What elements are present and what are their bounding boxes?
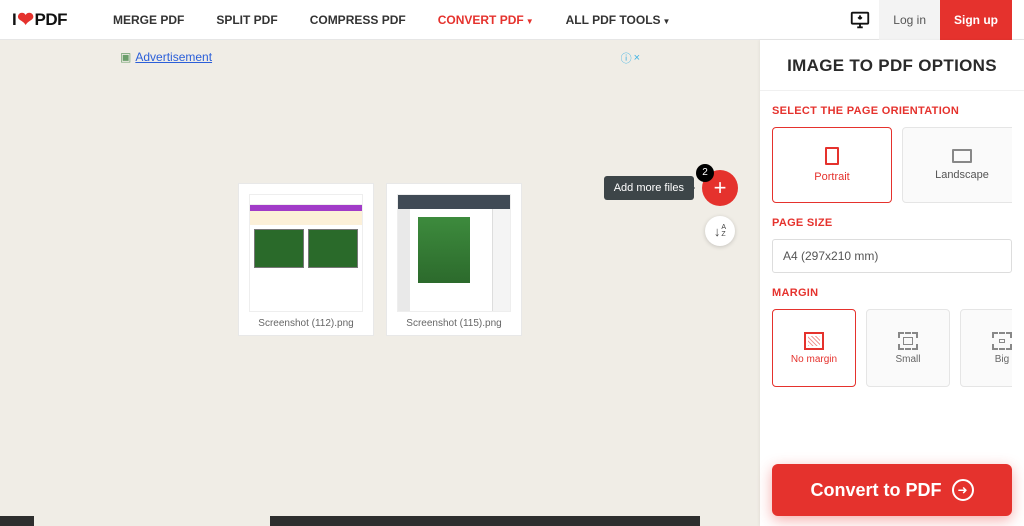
- convert-button[interactable]: Convert to PDF ➜: [772, 464, 1012, 516]
- app-header: I ❤ PDF MERGE PDF SPLIT PDF COMPRESS PDF…: [0, 0, 1024, 40]
- orientation-landscape[interactable]: Landscape: [902, 127, 1012, 203]
- heart-icon: ❤: [17, 7, 33, 32]
- landscape-icon: [952, 149, 972, 163]
- page-size-label: PAGE SIZE: [772, 217, 1012, 229]
- sort-arrow-icon: ↓: [714, 224, 721, 239]
- logo-prefix: I: [12, 10, 16, 30]
- sort-button[interactable]: ↓ AZ: [705, 216, 735, 246]
- file-name: Screenshot (115).png: [406, 312, 501, 333]
- close-icon: ×: [634, 52, 640, 64]
- nav-convert[interactable]: CONVERT PDF▼: [422, 1, 550, 39]
- plus-icon: +: [714, 177, 727, 199]
- main-nav: MERGE PDF SPLIT PDF COMPRESS PDF CONVERT…: [97, 1, 686, 39]
- margin-big[interactable]: Big: [960, 309, 1012, 387]
- sort-az-icon: AZ: [721, 224, 726, 238]
- ad-placeholder: ▣ Advertisement: [120, 50, 212, 64]
- nav-compress[interactable]: COMPRESS PDF: [294, 1, 422, 39]
- portrait-icon: [825, 147, 839, 165]
- file-thumb[interactable]: Screenshot (112).png: [238, 183, 374, 336]
- workspace: ▣ Advertisement ⓘ × Screenshot (112).png: [0, 40, 760, 526]
- margin-none-icon: [804, 332, 824, 350]
- nav-all-tools[interactable]: ALL PDF TOOLS▼: [550, 1, 687, 39]
- options-sidebar: IMAGE TO PDF OPTIONS SELECT THE PAGE ORI…: [760, 40, 1024, 526]
- thumb-preview: [397, 194, 511, 312]
- caret-down-icon: ▼: [663, 17, 671, 26]
- add-tooltip: Add more files: [604, 176, 694, 200]
- info-icon: ⓘ: [621, 50, 632, 66]
- logo-suffix: PDF: [35, 10, 68, 30]
- margin-small[interactable]: Small: [866, 309, 950, 387]
- signup-button[interactable]: Sign up: [940, 0, 1012, 40]
- arrow-right-icon: ➜: [952, 479, 974, 501]
- ad-link[interactable]: Advertisement: [135, 50, 212, 64]
- margin-label: MARGIN: [772, 287, 1012, 299]
- margin-small-icon: [898, 332, 918, 350]
- broken-image-icon: ▣: [120, 50, 131, 64]
- nav-split[interactable]: SPLIT PDF: [200, 1, 293, 39]
- orientation-portrait[interactable]: Portrait: [772, 127, 892, 203]
- nav-merge[interactable]: MERGE PDF: [97, 1, 200, 39]
- margin-none[interactable]: No margin: [772, 309, 856, 387]
- thumb-preview: [249, 194, 363, 312]
- orientation-label: SELECT THE PAGE ORIENTATION: [772, 105, 1012, 117]
- ad-info-close[interactable]: ⓘ ×: [621, 50, 640, 66]
- login-button[interactable]: Log in: [879, 0, 940, 40]
- file-name: Screenshot (112).png: [258, 312, 353, 333]
- add-files-button[interactable]: 2 +: [702, 170, 738, 206]
- floating-actions: Add more files 2 + ↓ AZ: [604, 170, 738, 246]
- caret-down-icon: ▼: [526, 17, 534, 26]
- desktop-download-icon[interactable]: [841, 0, 879, 40]
- page-size-select[interactable]: A4 (297x210 mm): [772, 239, 1012, 273]
- header-right: Log in Sign up: [841, 0, 1012, 39]
- logo[interactable]: I ❤ PDF: [12, 7, 67, 32]
- sidebar-title: IMAGE TO PDF OPTIONS: [760, 40, 1024, 91]
- file-thumb[interactable]: Screenshot (115).png: [386, 183, 522, 336]
- margin-big-icon: [992, 332, 1012, 350]
- file-count-badge: 2: [696, 164, 714, 182]
- file-thumbnails: Screenshot (112).png Screenshot (115).pn…: [238, 183, 522, 336]
